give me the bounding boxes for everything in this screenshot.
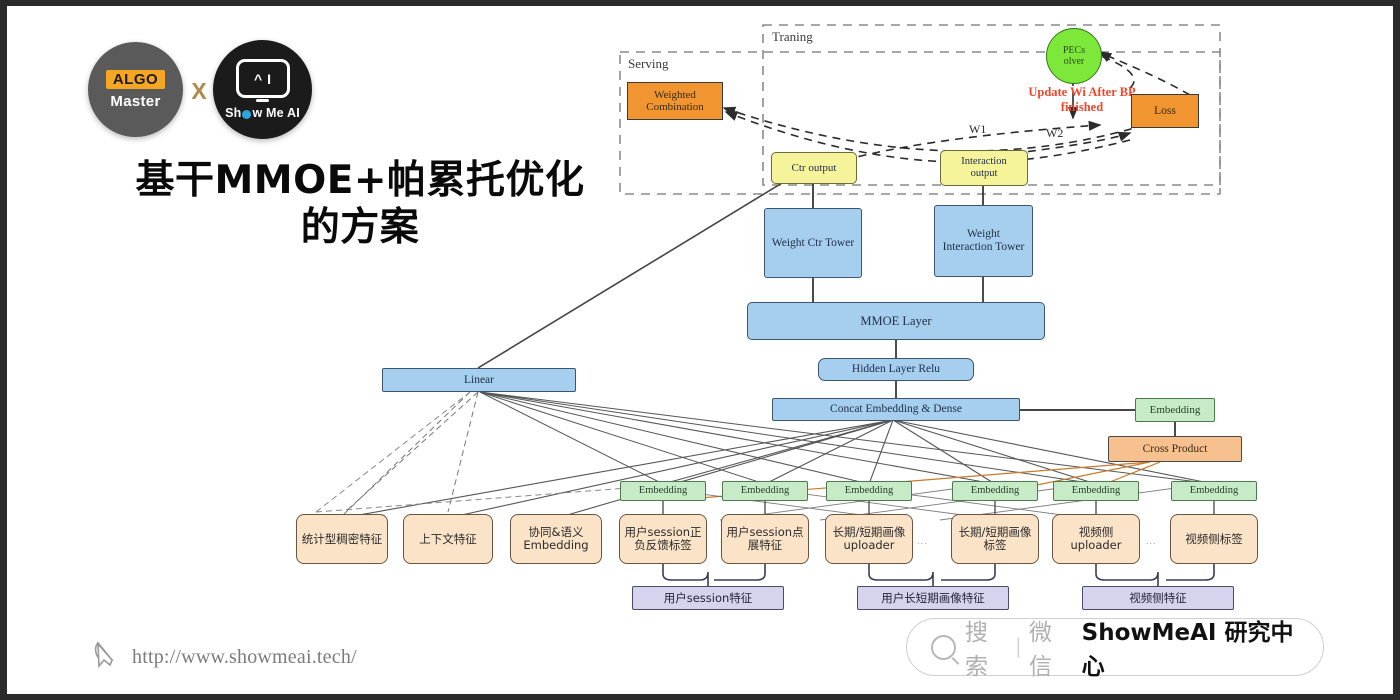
feature-box-0[interactable]: 统计型稠密特征 [296,514,388,564]
weight-w1-label: W1 [969,122,987,136]
node-embedding-row-0[interactable]: Embedding [620,481,706,501]
brand-name: ShowMeAI 研究中心 [1081,620,1294,680]
feature-box-2[interactable]: 协同&语义Embedding [510,514,602,564]
node-pecsolver[interactable]: PECs olver [1046,28,1102,84]
architecture-diagram: Serving Traning W1 W2 Update Wi After BP… [0,0,1400,700]
feature-box-1[interactable]: 上下文特征 [403,514,493,564]
node-weight-ctr-tower[interactable]: Weight Ctr Tower [764,208,862,278]
feature-box-7[interactable]: 视频侧uploader [1052,514,1140,564]
node-interaction-output[interactable]: Interaction output [940,150,1028,186]
feature-box-6[interactable]: 长期/短期画像标签 [951,514,1039,564]
cursor-icon [94,641,114,669]
search-divider: | [1015,635,1022,658]
node-loss[interactable]: Loss [1131,94,1199,128]
pecsolver-line2: olver [1063,56,1085,67]
slide-canvas: ALGO Master X ^ I Sh w Me AI 基干MMOE+帕累托优… [0,0,1400,700]
node-embedding-row-3[interactable]: Embedding [952,481,1038,501]
node-embedding-row-5[interactable]: Embedding [1171,481,1257,501]
node-weighted-combination[interactable]: Weighted Combination [627,82,723,120]
node-weight-interaction-tower[interactable]: Weight Interaction Tower [934,205,1033,277]
node-embedding-row-4[interactable]: Embedding [1053,481,1139,501]
interaction-output-line2: output [970,168,998,179]
serving-group-label: Serving [628,56,669,71]
node-linear[interactable]: Linear [382,368,576,392]
node-embedding-row-2[interactable]: Embedding [826,481,912,501]
node-embedding-row-1[interactable]: Embedding [722,481,808,501]
feature-box-3[interactable]: 用户session正负反馈标签 [619,514,707,564]
node-mmoe-layer[interactable]: MMOE Layer [747,302,1045,340]
feature-box-5[interactable]: 长期/短期画像uploader [825,514,913,564]
pecsolver-line1: PECs [1062,44,1086,56]
feature-group-box-2[interactable]: 视频侧特征 [1082,586,1234,610]
feature-group-box-1[interactable]: 用户长短期画像特征 [857,586,1009,610]
wechat-label: 微信 [1029,620,1053,680]
node-embedding-top[interactable]: Embedding [1135,398,1215,422]
node-ctr-output[interactable]: Ctr output [771,152,857,184]
wechat-search-bar[interactable]: 搜索 | 微信 ShowMeAI 研究中心 [906,618,1324,680]
ellipsis-separator-0: ... [917,536,928,546]
interaction-output-line1: Interaction [961,156,1007,168]
feature-box-8[interactable]: 视频侧标签 [1170,514,1258,564]
search-icon [931,634,956,660]
feature-box-4[interactable]: 用户session点展特征 [721,514,809,564]
training-group-label: Traning [772,29,813,44]
node-hidden-layer-relu[interactable]: Hidden Layer Relu [818,358,974,381]
footer-url[interactable]: http://www.showmeai.tech/ [132,646,357,669]
search-placeholder: 搜索 [965,620,988,680]
weight-w2-label: W2 [1046,126,1064,140]
node-concat-embedding-dense[interactable]: Concat Embedding & Dense [772,398,1020,421]
feature-group-box-0[interactable]: 用户session特征 [632,586,784,610]
node-cross-product[interactable]: Cross Product [1108,436,1242,462]
ellipsis-separator-1: ... [1146,536,1157,546]
